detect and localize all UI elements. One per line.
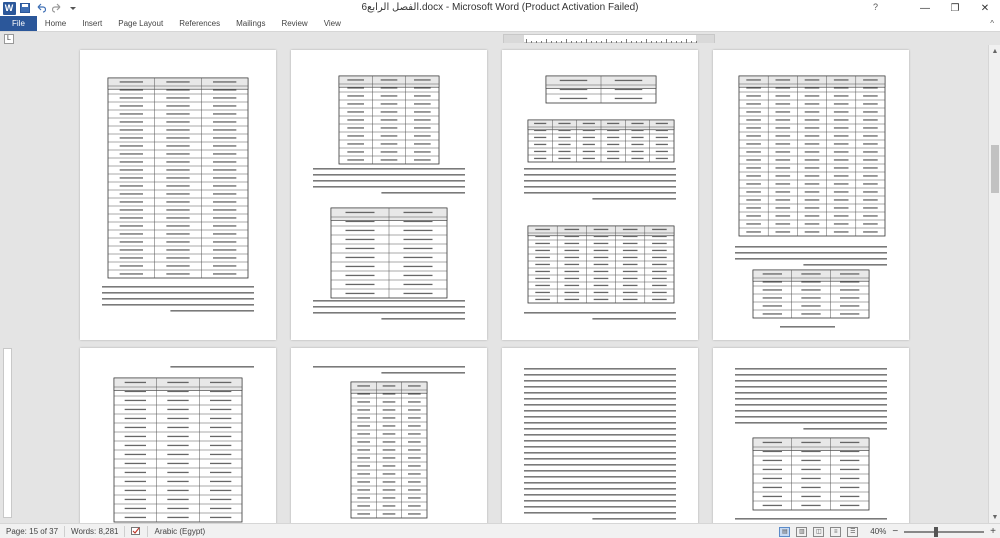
zoom-in-button[interactable]: +: [990, 526, 996, 537]
tab-insert[interactable]: Insert: [74, 16, 110, 31]
zoom-slider[interactable]: [904, 526, 985, 537]
window-title: 6الفصل الرابع.docx - Microsoft Word (Pro…: [361, 2, 639, 13]
page-content: [524, 75, 676, 320]
ruler-row: L: [0, 33, 1000, 45]
word-window: W 6الفصل الرابع.docx - Microsoft Word (P…: [0, 0, 1000, 538]
vertical-ruler[interactable]: [3, 348, 12, 518]
page-content: [313, 75, 465, 320]
page-content: [113, 366, 254, 523]
language-indicator[interactable]: Arabic (Egypt): [148, 526, 211, 537]
status-bar: Page: 15 of 37 Words: 8,281 Arabic (Egyp…: [0, 523, 1000, 538]
tab-mailings[interactable]: Mailings: [228, 16, 273, 31]
document-page[interactable]: [80, 50, 276, 340]
vertical-scrollbar[interactable]: ▲ ▼: [988, 45, 1000, 523]
document-page[interactable]: [502, 348, 698, 523]
scroll-up-icon[interactable]: ▲: [989, 45, 1000, 57]
ribbon-tabs: File Home Insert Page Layout References …: [0, 16, 1000, 32]
help-icon[interactable]: ?: [873, 2, 878, 12]
full-screen-reading-icon[interactable]: ▥: [796, 526, 808, 537]
customize-icon[interactable]: [66, 1, 80, 15]
print-layout-icon[interactable]: ▤: [779, 526, 791, 537]
quick-access-toolbar: W: [0, 0, 82, 16]
tab-page-layout[interactable]: Page Layout: [110, 16, 171, 31]
page-content: [735, 368, 887, 520]
restore-button[interactable]: ❐: [940, 0, 970, 16]
web-layout-icon[interactable]: ◫: [813, 526, 825, 537]
page-count[interactable]: Page: 15 of 37: [0, 525, 66, 537]
tab-references[interactable]: References: [171, 16, 228, 31]
undo-icon[interactable]: [34, 1, 48, 15]
page-content: [102, 77, 254, 312]
tab-review[interactable]: Review: [273, 16, 315, 31]
draft-icon[interactable]: ☰: [847, 526, 859, 537]
document-page[interactable]: [713, 348, 909, 523]
document-page[interactable]: [502, 50, 698, 340]
horizontal-ruler[interactable]: [503, 34, 715, 43]
proofing-icon[interactable]: [125, 525, 149, 537]
tab-selector[interactable]: L: [4, 34, 14, 44]
zoom-slider-knob[interactable]: [934, 526, 939, 537]
scroll-thumb[interactable]: [991, 145, 999, 193]
word-logo-icon[interactable]: W: [2, 1, 16, 15]
document-page[interactable]: [291, 348, 487, 523]
tab-home[interactable]: Home: [37, 16, 74, 31]
save-icon[interactable]: [18, 1, 32, 15]
collapse-ribbon-icon[interactable]: ^: [990, 19, 994, 28]
scroll-down-icon[interactable]: ▼: [989, 511, 1000, 523]
redo-icon[interactable]: [50, 1, 64, 15]
tab-view[interactable]: View: [316, 16, 349, 31]
outline-icon[interactable]: ≡: [830, 526, 842, 537]
close-button[interactable]: ✕: [970, 0, 1000, 16]
page-content: [313, 366, 465, 519]
document-page[interactable]: [80, 348, 276, 523]
zoom-out-button[interactable]: −: [892, 526, 898, 537]
tab-file[interactable]: File: [0, 16, 37, 31]
title-bar: W 6الفصل الرابع.docx - Microsoft Word (P…: [0, 0, 1000, 16]
word-count[interactable]: Words: 8,281: [65, 525, 126, 537]
page-content: [735, 75, 887, 328]
document-canvas[interactable]: [14, 45, 988, 523]
document-page[interactable]: [713, 50, 909, 340]
zoom-level[interactable]: 40%: [870, 527, 886, 536]
document-page[interactable]: [291, 50, 487, 340]
page-content: [524, 368, 676, 520]
minimize-button[interactable]: —: [910, 0, 940, 16]
